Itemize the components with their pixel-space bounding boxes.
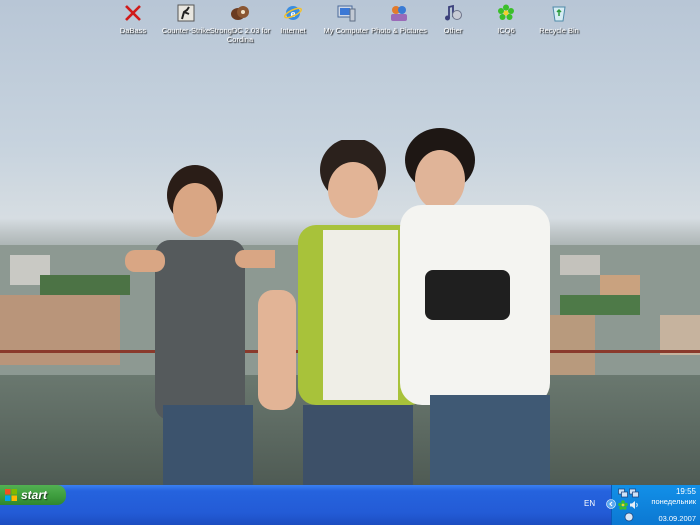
my-computer-icon	[335, 2, 357, 24]
windows-logo-icon	[5, 489, 17, 501]
start-label: start	[21, 488, 48, 502]
icq-flower-icon	[495, 2, 517, 24]
network-icon[interactable]	[618, 488, 628, 498]
music-note-icon	[442, 2, 464, 24]
clock-date: 03.09.2007	[658, 514, 696, 523]
strongdc-icon	[229, 2, 251, 24]
internet-explorer-icon: e	[282, 2, 304, 24]
clock-day: понедельник	[651, 497, 696, 506]
show-hidden-icons-icon[interactable]	[606, 499, 616, 509]
start-button[interactable]: start	[0, 485, 66, 505]
taskbar: start EN 19:55 понедельник 03.09.2007	[0, 485, 700, 525]
photos-icon	[388, 2, 410, 24]
person-right	[400, 128, 550, 485]
desktop-icon-label: Recycle Bin	[539, 26, 579, 35]
recycle-bin-icon	[548, 2, 570, 24]
red-x-icon	[122, 2, 144, 24]
clock-time[interactable]: 19:55	[636, 487, 696, 496]
system-tray: 19:55 понедельник 03.09.2007	[606, 485, 700, 525]
desktop-wallpaper: DaBass Counter-Strike StrongDC 2.03 for …	[0, 0, 700, 485]
desktop-icon-recycle-bin[interactable]: Recycle Bin	[524, 2, 594, 35]
icq-tray-icon[interactable]	[618, 500, 628, 510]
tray-app-icon[interactable]	[624, 512, 634, 522]
person-left	[125, 165, 275, 485]
language-indicator[interactable]: EN	[584, 499, 595, 508]
counter-strike-icon	[175, 2, 197, 24]
